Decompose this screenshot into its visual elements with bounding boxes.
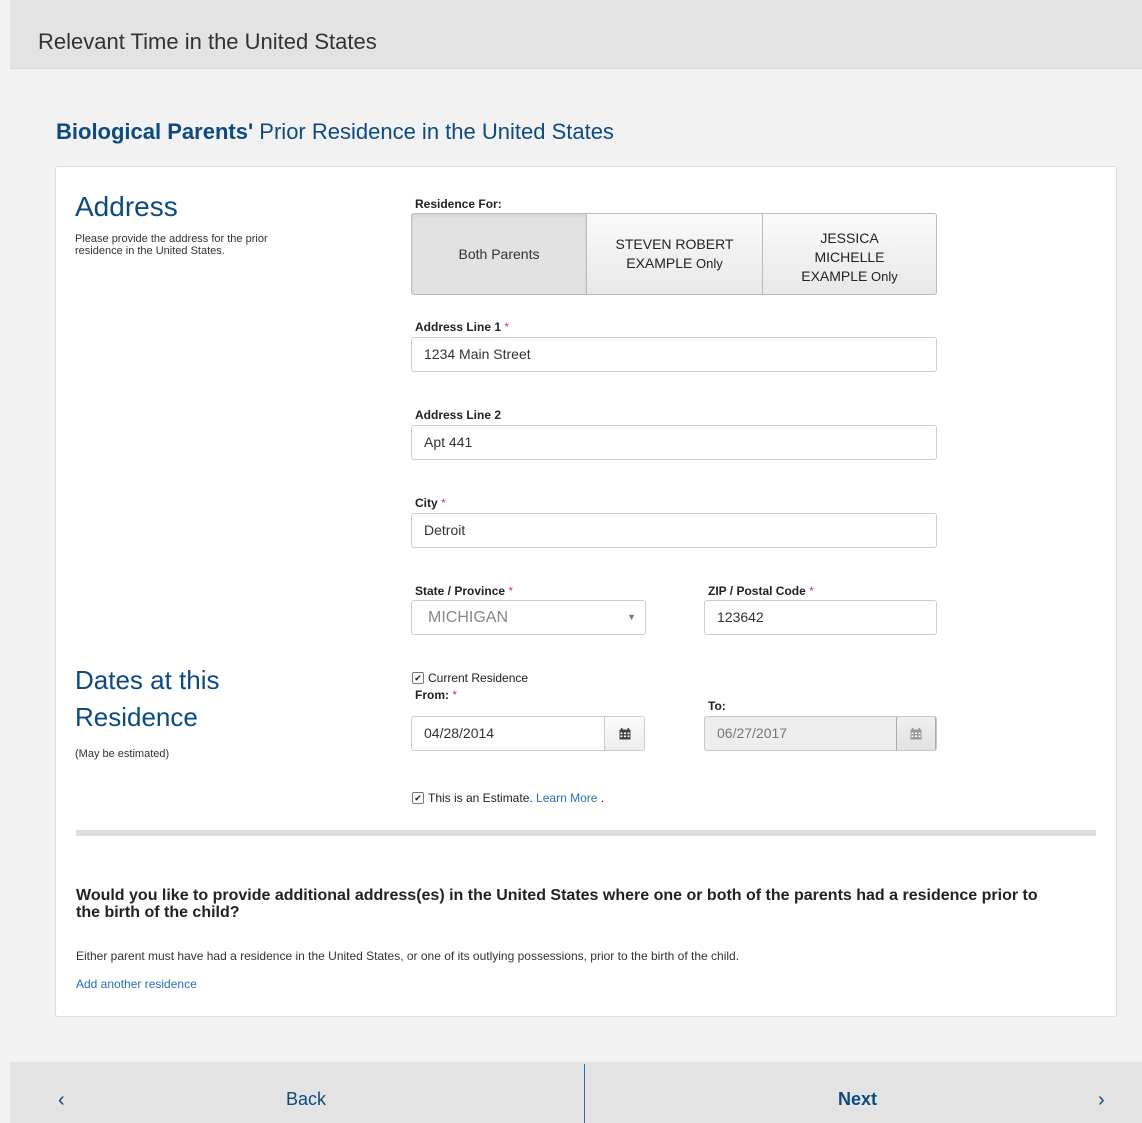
additional-residence-note: Either parent must have had a residence … — [76, 949, 740, 963]
chevron-right-icon: › — [1098, 1089, 1105, 1111]
additional-residence-question: Would you like to provide additional add… — [76, 887, 1038, 921]
residence-option-surname: EXAMPLE — [801, 267, 868, 284]
page-title-bold: Biological Parents' — [56, 119, 254, 144]
checkmark-icon: ✔ — [412, 671, 424, 684]
add-another-residence-link[interactable]: Add another residence — [76, 977, 197, 991]
header-title: Relevant Time in the United States — [38, 29, 377, 54]
required-marker: * — [441, 496, 446, 510]
address-line1-label-text: Address Line 1 — [415, 320, 502, 334]
to-date-input[interactable]: 06/27/2017 — [704, 716, 937, 751]
zip-input[interactable]: 123642 — [704, 600, 937, 635]
required-marker: * — [508, 584, 514, 598]
dates-section-subtitle: (May be estimated) — [75, 748, 170, 760]
address-line1-label: Address Line 1 * — [415, 320, 509, 334]
address-line1-input[interactable]: 1234 Main Street — [411, 337, 937, 372]
dates-section-title: Dates at this Residence — [75, 662, 220, 736]
state-select[interactable]: MICHIGAN ▼ — [411, 600, 646, 635]
residence-for-label: Residence For: — [415, 197, 502, 211]
calendar-icon — [619, 727, 630, 739]
required-marker: * — [452, 688, 458, 702]
required-marker: * — [504, 320, 510, 334]
from-date-label: From: * — [415, 688, 457, 702]
from-date-value: 04/28/2014 — [424, 725, 495, 741]
estimate-label-text: This is an Estimate. — [428, 790, 533, 805]
next-button[interactable]: Next › — [585, 1062, 1142, 1123]
footer-nav: ‹ Back Next › — [10, 1062, 1142, 1123]
page-title: Biological Parents' Prior Residence in t… — [56, 119, 614, 145]
state-label-text: State / Province — [415, 584, 506, 598]
residence-option-jessica-only[interactable]: JESSICA MICHELLE EXAMPLE Only — [763, 213, 937, 295]
next-button-label: Next — [838, 1089, 878, 1109]
residence-for-segmented-control: Both Parents STEVEN ROBERT EXAMPLE Only … — [411, 213, 937, 295]
from-date-picker-button[interactable] — [604, 717, 644, 750]
residence-option-steven-only[interactable]: STEVEN ROBERT EXAMPLE Only — [587, 213, 763, 295]
city-input[interactable]: Detroit — [411, 513, 937, 548]
estimate-label: This is an Estimate. Learn More . — [428, 791, 604, 805]
page-title-rest: Prior Residence in the United States — [253, 119, 614, 144]
address-section-description: Please provide the address for the prior… — [75, 233, 268, 257]
residence-option-surname: EXAMPLE — [626, 255, 693, 271]
address-line2-label: Address Line 2 — [415, 408, 502, 422]
back-button[interactable]: ‹ Back — [10, 1062, 584, 1123]
address-line2-input[interactable]: Apt 441 — [411, 425, 937, 460]
to-date-label: To: — [708, 699, 726, 713]
required-marker: * — [809, 584, 814, 598]
chevron-left-icon: ‹ — [58, 1089, 65, 1111]
current-residence-label: Current Residence — [428, 670, 529, 685]
city-label-text: City — [415, 496, 438, 510]
residence-option-label: Both Parents — [458, 245, 540, 262]
residence-option-both-parents[interactable]: Both Parents — [411, 213, 587, 295]
address-section-title: Address — [75, 191, 178, 222]
estimate-checkbox[interactable]: ✔ This is an Estimate. Learn More . — [412, 789, 604, 807]
residence-form-card: Address Please provide the address for t… — [55, 166, 1117, 1017]
current-residence-checkbox[interactable]: ✔ Current Residence — [412, 669, 528, 687]
residence-option-suffix: Only — [867, 268, 898, 284]
caret-down-icon: ▼ — [627, 612, 636, 622]
residence-option-suffix: Only — [692, 256, 723, 271]
from-date-input[interactable]: 04/28/2014 — [411, 716, 645, 751]
zip-label: ZIP / Postal Code * — [708, 584, 814, 598]
dates-title-line1: Dates at this — [75, 665, 220, 695]
back-button-label: Back — [286, 1089, 327, 1109]
city-label: City * — [415, 496, 446, 510]
state-label: State / Province * — [415, 584, 513, 598]
page-header: Relevant Time in the United States — [10, 0, 1142, 69]
calendar-icon — [910, 727, 922, 739]
section-divider — [76, 830, 1096, 836]
to-date-value: 06/27/2017 — [717, 725, 788, 741]
checkmark-icon: ✔ — [412, 791, 424, 804]
learn-more-link[interactable]: Learn More — [536, 791, 597, 805]
residence-option-name: STEVEN ROBERT — [615, 236, 734, 252]
estimate-label-after: . — [597, 790, 605, 805]
dates-title-line2: Residence — [75, 702, 198, 732]
from-date-label-text: From: — [415, 688, 449, 702]
residence-option-name: JESSICA MICHELLE — [814, 229, 885, 265]
to-date-picker-button[interactable] — [896, 717, 936, 750]
state-select-value: MICHIGAN — [428, 609, 508, 626]
zip-label-text: ZIP / Postal Code — [708, 584, 806, 598]
